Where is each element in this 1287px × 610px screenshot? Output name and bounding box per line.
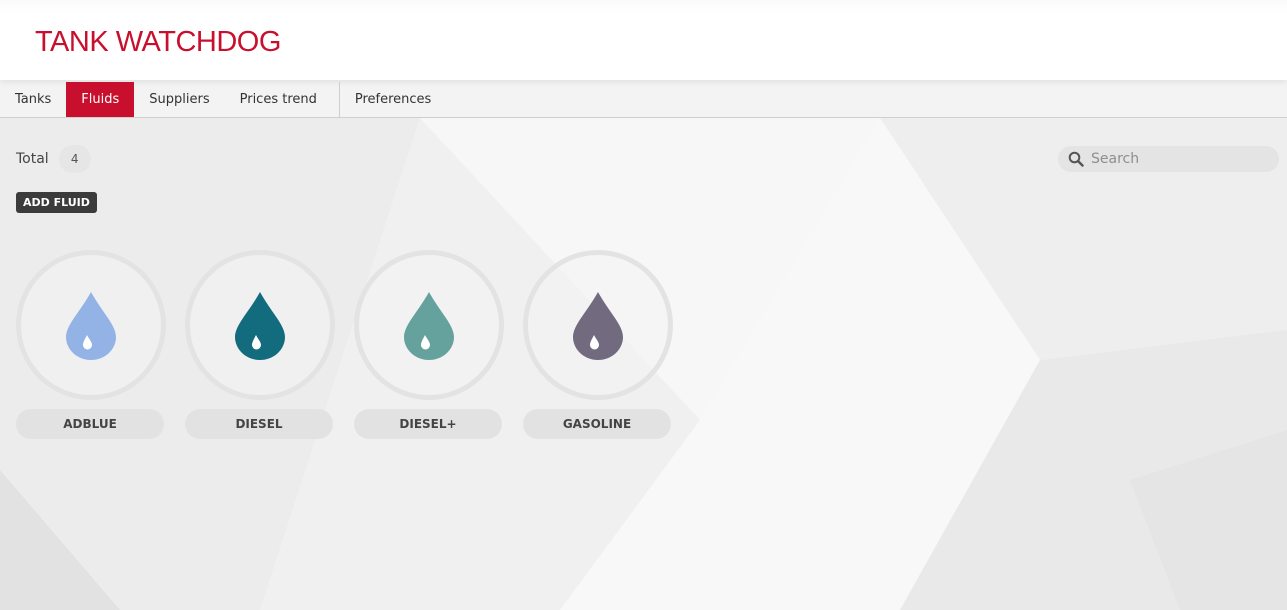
drop-icon [573, 292, 623, 360]
fluid-name-label: ADBLUE [16, 409, 164, 439]
drop-icon [66, 292, 116, 360]
search-box [1058, 146, 1279, 172]
fluid-card-gasoline[interactable]: GASOLINE [523, 250, 673, 440]
top-strip [0, 0, 1287, 14]
search-icon [1068, 151, 1084, 167]
fluid-card-diesel-plus[interactable]: DIESEL+ [354, 250, 504, 440]
fluid-name-label: GASOLINE [523, 409, 671, 439]
fluid-name-label: DIESEL+ [354, 409, 502, 439]
tab-suppliers[interactable]: Suppliers [134, 82, 224, 117]
fluid-card-adblue[interactable]: ADBLUE [16, 250, 166, 440]
tab-prices-trend[interactable]: Prices trend [225, 82, 332, 117]
header-banner: TANK WATCHDOG [0, 0, 1287, 80]
total-summary: Total 4 [16, 145, 91, 173]
main-nav: Tanks Fluids Suppliers Prices trend Pref… [0, 82, 1287, 118]
tab-tanks[interactable]: Tanks [0, 82, 66, 117]
fluid-name-label: DIESEL [185, 409, 333, 439]
add-fluid-button[interactable]: ADD FLUID [16, 192, 97, 213]
total-label: Total [16, 151, 49, 167]
tab-fluids[interactable]: Fluids [66, 82, 135, 117]
total-count-badge: 4 [58, 145, 91, 173]
fluid-card-diesel[interactable]: DIESEL [185, 250, 335, 440]
app-logo[interactable]: TANK WATCHDOG [35, 26, 281, 59]
drop-icon [404, 292, 454, 360]
drop-icon [235, 292, 285, 360]
search-input[interactable] [1089, 150, 1273, 168]
tab-preferences[interactable]: Preferences [338, 82, 446, 117]
